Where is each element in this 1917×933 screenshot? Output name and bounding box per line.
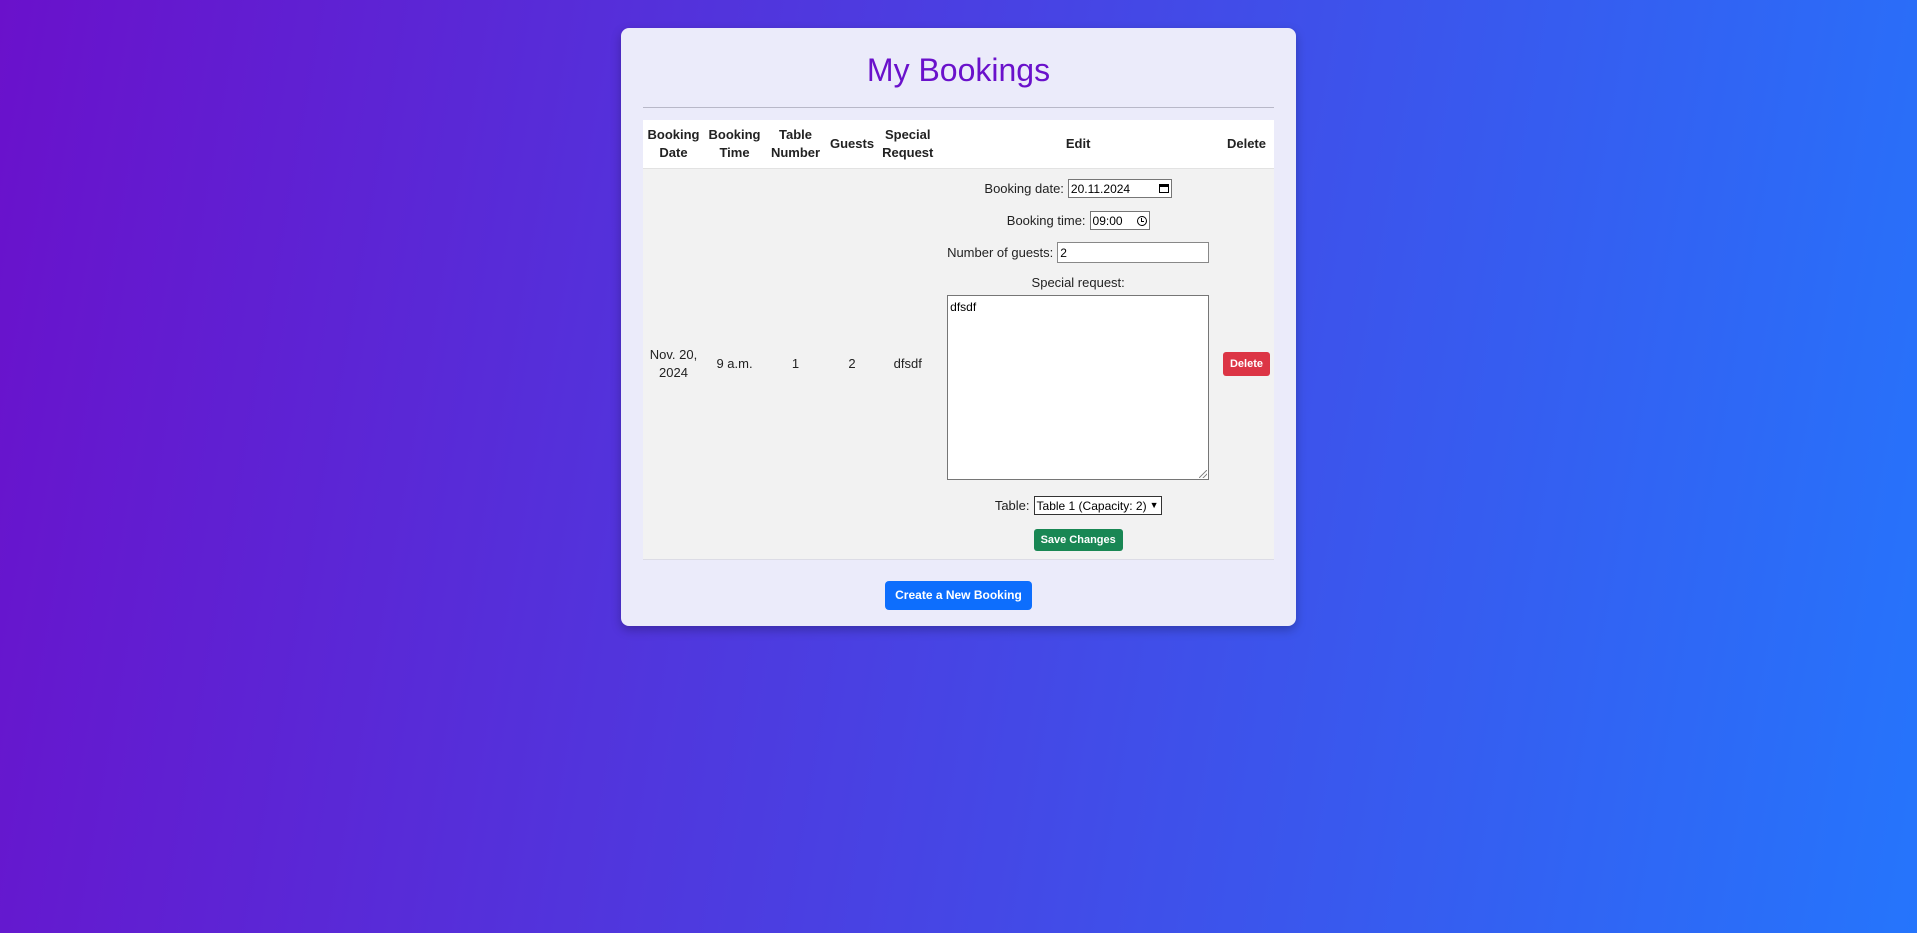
booking-date-row: Booking date: 20.11.2024 bbox=[941, 178, 1215, 200]
special-request-value: dfsdf bbox=[950, 299, 977, 314]
table-header-row: Booking Date Booking Time Table Number G… bbox=[643, 120, 1274, 169]
create-booking-wrap: Create a New Booking bbox=[643, 581, 1274, 610]
table-select-value: Table 1 (Capacity: 2) bbox=[1036, 498, 1147, 513]
special-request-textarea[interactable]: dfsdf bbox=[947, 294, 1210, 480]
cell-booking-time: 9 a.m. bbox=[704, 168, 765, 560]
cell-delete: Delete bbox=[1218, 168, 1274, 560]
header-booking-time: Booking Time bbox=[704, 120, 765, 169]
table-select-row: Table: Table 1 (Capacity: 2) ▼ bbox=[941, 495, 1215, 517]
header-guests: Guests bbox=[826, 120, 879, 169]
clock-icon[interactable] bbox=[1136, 215, 1147, 226]
cell-edit: Booking date: 20.11.2024 Booking time: 0… bbox=[937, 168, 1219, 560]
chevron-down-icon: ▼ bbox=[1149, 500, 1159, 510]
guests-row: Number of guests: 2 bbox=[941, 242, 1215, 264]
header-table-number: Table Number bbox=[765, 120, 826, 169]
booking-time-value: 09:00 bbox=[1092, 213, 1123, 228]
delete-button[interactable]: Delete bbox=[1222, 352, 1270, 376]
header-delete: Delete bbox=[1218, 120, 1274, 169]
create-booking-button[interactable]: Create a New Booking bbox=[885, 581, 1032, 610]
header-edit: Edit bbox=[937, 120, 1219, 169]
cell-table-number: 1 bbox=[765, 168, 826, 560]
special-request-label: Special request: bbox=[1031, 274, 1125, 290]
booking-time-row: Booking time: 09:00 bbox=[941, 210, 1215, 232]
save-changes-button[interactable]: Save Changes bbox=[1033, 528, 1123, 551]
table-row: Nov. 20, 2024 9 a.m. 1 2 dfsdf Booking d… bbox=[643, 168, 1274, 560]
cell-booking-date: Nov. 20, 2024 bbox=[643, 168, 704, 560]
booking-time-input[interactable]: 09:00 bbox=[1089, 211, 1150, 230]
cell-special-request: dfsdf bbox=[878, 168, 938, 560]
table-select-label: Table: bbox=[994, 497, 1030, 513]
booking-time-label: Booking time: bbox=[1006, 212, 1086, 228]
title-divider bbox=[643, 107, 1274, 108]
resize-grip-icon[interactable] bbox=[1199, 469, 1208, 478]
calendar-icon[interactable] bbox=[1158, 184, 1169, 193]
page-title: My Bookings bbox=[866, 52, 1051, 88]
booking-date-label: Booking date: bbox=[984, 180, 1064, 196]
guests-value: 2 bbox=[1060, 245, 1067, 260]
guests-label: Number of guests: bbox=[947, 244, 1054, 260]
bookings-card: My Bookings Booking Date Booking Time Ta… bbox=[621, 28, 1296, 626]
header-booking-date: Booking Date bbox=[643, 120, 704, 169]
cell-guests: 2 bbox=[826, 168, 879, 560]
bookings-table: Booking Date Booking Time Table Number G… bbox=[643, 120, 1274, 560]
header-special-request: Special Request bbox=[878, 120, 938, 169]
booking-date-value: 20.11.2024 bbox=[1070, 181, 1131, 196]
table-select[interactable]: Table 1 (Capacity: 2) ▼ bbox=[1033, 496, 1162, 515]
edit-booking-form: Booking date: 20.11.2024 Booking time: 0… bbox=[941, 178, 1215, 551]
guests-input[interactable]: 2 bbox=[1057, 242, 1210, 263]
booking-date-input[interactable]: 20.11.2024 bbox=[1067, 179, 1172, 198]
